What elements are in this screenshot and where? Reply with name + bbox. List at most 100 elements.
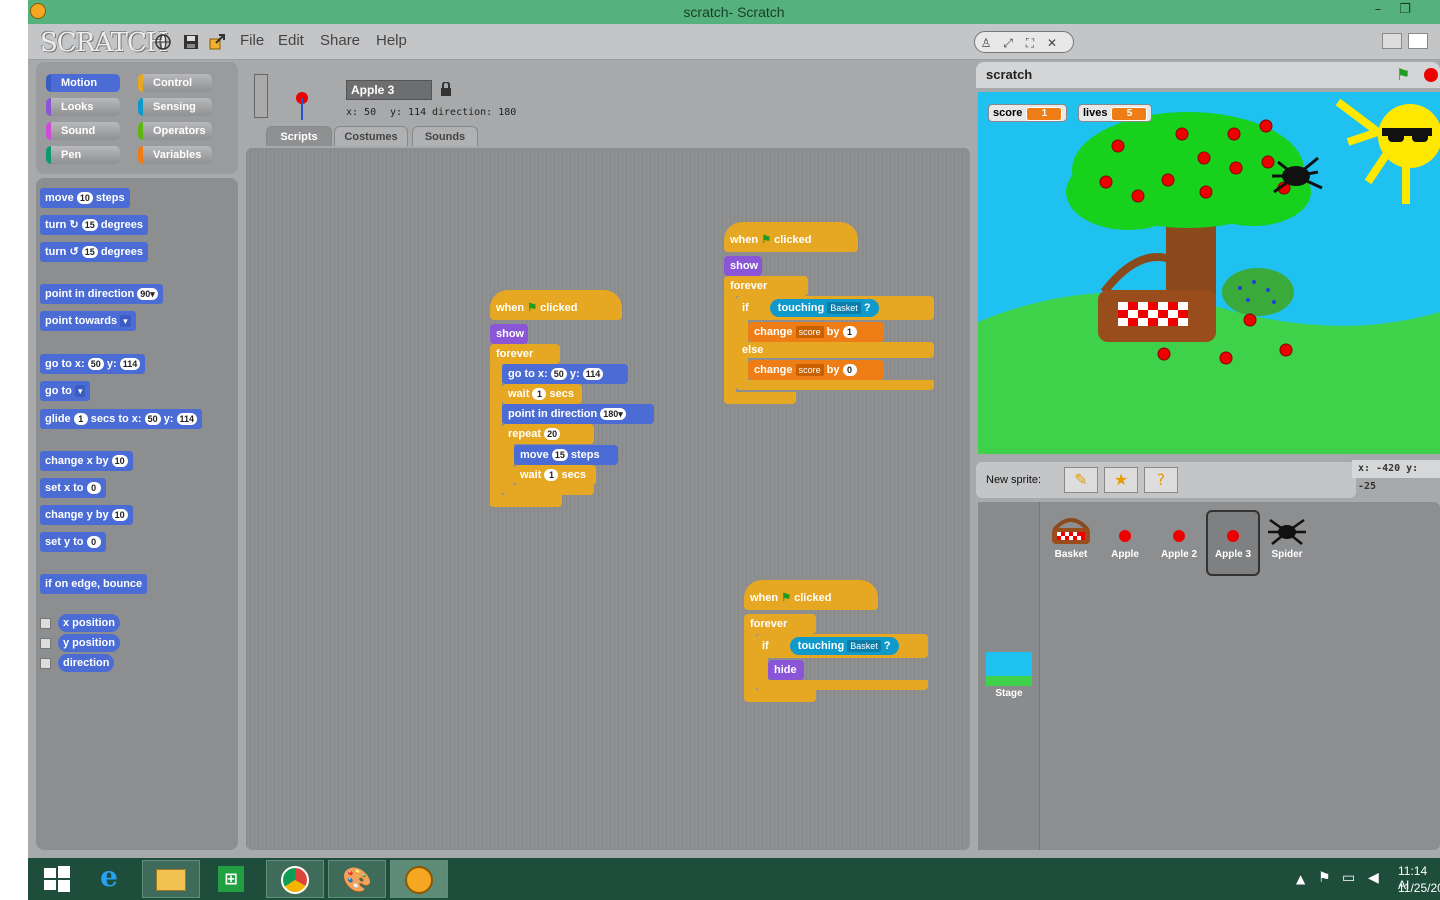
value-input[interactable]: 0 <box>86 536 101 549</box>
forever-block[interactable]: forever <box>724 276 808 296</box>
show-block[interactable]: show <box>724 256 762 276</box>
variable-dropdown[interactable]: score <box>795 364 824 377</box>
set-x-block[interactable]: set x to 0 <box>40 478 106 498</box>
scripts-area[interactable]: when ⚑ clicked show forever go to x: 50 … <box>246 148 970 850</box>
tab-scripts[interactable]: Scripts <box>266 126 332 146</box>
value-input[interactable]: 10 <box>111 509 128 522</box>
steps-input[interactable]: 15 <box>551 449 568 462</box>
sprite-thumbnail-apple-3[interactable]: Apple 3 <box>1206 510 1260 576</box>
start-button[interactable] <box>28 860 86 898</box>
value-input[interactable]: 1 <box>842 326 857 339</box>
minimize-button[interactable]: – <box>1365 2 1391 20</box>
x-position-checkbox[interactable] <box>40 618 51 629</box>
stage-thumbnail[interactable]: Stage <box>982 650 1036 714</box>
point-in-direction-block[interactable]: point in direction 180▾ <box>502 404 654 424</box>
volume-icon[interactable]: ◀ <box>1368 870 1379 886</box>
if-else-block[interactable]: if touching Basket ? <box>736 296 934 320</box>
degrees-input[interactable]: 15 <box>81 246 98 259</box>
internet-explorer-taskbar-button[interactable]: e <box>80 860 138 898</box>
secs-input[interactable]: 1 <box>532 388 547 401</box>
green-flag-icon[interactable]: ⚑ <box>1396 65 1410 84</box>
sprite-thumbnail-apple-2[interactable]: Apple 2 <box>1152 512 1206 576</box>
shrink-icon[interactable]: ✕ <box>1041 33 1063 53</box>
category-variables[interactable]: Variables <box>138 146 212 164</box>
change-variable-block[interactable]: change score by 0 <box>748 360 884 380</box>
restore-button[interactable]: ❐ <box>1392 2 1418 20</box>
sprite-thumbnail-basket[interactable]: Basket <box>1044 512 1098 576</box>
small-stage-layout-button[interactable] <box>1382 33 1402 49</box>
set-y-block[interactable]: set y to 0 <box>40 532 106 552</box>
sprite-name-field[interactable]: Apple 3 <box>346 80 432 100</box>
forever-block[interactable]: forever <box>490 344 560 364</box>
secs-input[interactable]: 1 <box>544 469 559 482</box>
tab-sounds[interactable]: Sounds <box>412 126 478 146</box>
touching-target-dropdown[interactable]: Basket <box>827 302 861 315</box>
direction-dropdown[interactable]: 180▾ <box>600 408 626 421</box>
category-operators[interactable]: Operators <box>138 122 212 140</box>
y-input[interactable]: 114 <box>582 368 604 381</box>
value-input[interactable]: 0 <box>86 482 101 495</box>
paint-sprite-icon[interactable]: ✎ <box>1064 467 1098 493</box>
action-center-flag-icon[interactable]: ⚑ <box>1318 870 1331 886</box>
y-input[interactable]: 114 <box>119 358 141 371</box>
tab-costumes[interactable]: Costumes <box>334 126 408 146</box>
if-block[interactable]: if touching Basket ? <box>756 634 928 658</box>
lock-icon[interactable] <box>440 82 452 96</box>
store-taskbar-button[interactable]: ⊞ <box>202 860 260 898</box>
target-dropdown[interactable]: ▾ <box>74 385 86 398</box>
choose-sprite-icon[interactable]: ★ <box>1104 467 1138 493</box>
menu-file[interactable]: File <box>240 32 264 49</box>
category-looks[interactable]: Looks <box>46 98 120 116</box>
save-icon[interactable] <box>182 33 200 51</box>
hide-block[interactable]: hide <box>768 660 804 680</box>
person-icon[interactable]: ♙ <box>975 33 997 53</box>
network-icon[interactable]: ▭ <box>1342 870 1355 886</box>
chrome-taskbar-button[interactable] <box>266 860 324 898</box>
direction-checkbox[interactable] <box>40 658 51 669</box>
rotation-style-buttons[interactable] <box>254 74 268 118</box>
turn-cw-block[interactable]: turn ↻ 15 degrees <box>40 215 149 235</box>
change-variable-block[interactable]: change score by 1 <box>748 322 884 342</box>
target-dropdown[interactable]: ▾ <box>120 315 131 328</box>
when-flag-clicked-hat[interactable]: when ⚑ clicked <box>490 290 622 320</box>
share-icon[interactable] <box>208 33 226 51</box>
menu-edit[interactable]: Edit <box>278 32 304 49</box>
fullscreen-icon[interactable]: ⛶ <box>1019 33 1041 53</box>
category-control[interactable]: Control <box>138 74 212 92</box>
glide-block[interactable]: glide 1 secs to x: 50 y: 114 <box>40 409 203 429</box>
normal-stage-layout-button[interactable] <box>1408 33 1428 49</box>
touching-target-dropdown[interactable]: Basket <box>847 640 881 653</box>
go-to-block[interactable]: go to ▾ <box>40 381 91 401</box>
point-towards-block[interactable]: point towards ▾ <box>40 311 136 331</box>
paint-taskbar-button[interactable]: 🎨 <box>328 860 386 898</box>
category-sound[interactable]: Sound <box>46 122 120 140</box>
wait-secs-block[interactable]: wait 1 secs <box>502 384 582 404</box>
variable-dropdown[interactable]: score <box>795 326 824 339</box>
point-in-direction-block[interactable]: point in direction 90▾ <box>40 284 163 304</box>
repeat-block[interactable]: repeat 20 <box>502 424 594 444</box>
steps-input[interactable]: 10 <box>76 192 93 205</box>
direction-dropdown[interactable]: 90▾ <box>137 288 158 301</box>
grow-icon[interactable]: ⤢ <box>997 33 1019 53</box>
lives-monitor[interactable]: lives 5 <box>1078 104 1153 122</box>
direction-reporter[interactable]: direction <box>58 654 115 672</box>
clock-date[interactable]: 11/25/20 <box>1398 881 1440 895</box>
globe-icon[interactable] <box>154 33 172 51</box>
go-to-xy-block[interactable]: go to x: 50 y: 114 <box>502 364 628 384</box>
y-position-checkbox[interactable] <box>40 638 51 649</box>
random-sprite-icon[interactable]: ? <box>1144 467 1178 493</box>
y-position-reporter[interactable]: y position <box>58 634 120 652</box>
value-input[interactable]: 10 <box>111 455 128 468</box>
sprite-thumbnail-spider[interactable]: Spider <box>1260 512 1314 576</box>
file-explorer-taskbar-button[interactable] <box>142 860 200 898</box>
menu-help[interactable]: Help <box>376 32 407 49</box>
when-flag-clicked-hat[interactable]: when ⚑ clicked <box>724 222 858 252</box>
wait-secs-block[interactable]: wait 1 secs <box>514 465 596 485</box>
touching-sensor[interactable]: touching Basket ? <box>769 299 879 317</box>
category-sensing[interactable]: Sensing <box>138 98 212 116</box>
x-input[interactable]: 50 <box>87 358 104 371</box>
show-block[interactable]: show <box>490 324 528 344</box>
repeat-count-input[interactable]: 20 <box>544 428 561 441</box>
value-input[interactable]: 0 <box>842 364 857 377</box>
change-x-block[interactable]: change x by 10 <box>40 451 133 471</box>
